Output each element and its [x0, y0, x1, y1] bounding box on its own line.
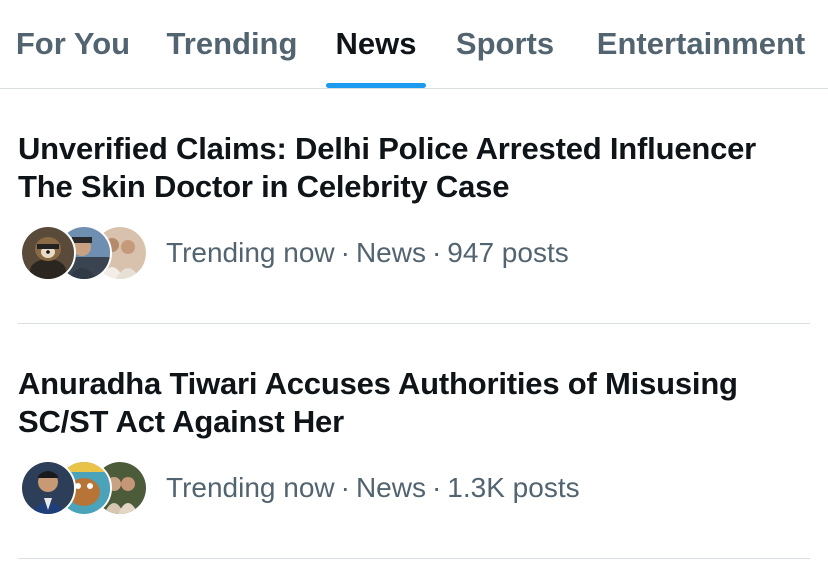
tab-entertainment[interactable]: Entertainment	[588, 0, 814, 88]
tab-trending[interactable]: Trending	[162, 0, 302, 88]
trend-status: Trending now	[166, 472, 335, 503]
avatar-stack	[18, 225, 148, 281]
trend-title: Anuradha Tiwari Accuses Authorities of M…	[18, 366, 738, 439]
active-tab-indicator	[326, 83, 426, 88]
tab-label: Sports	[455, 26, 555, 61]
trend-item[interactable]: Anuradha Tiwari Accuses Authorities of M…	[18, 324, 810, 559]
trend-status: Trending now	[166, 237, 335, 268]
tab-label: Trending	[166, 26, 298, 61]
trend-meta-text: Trending now · News · 947 posts	[166, 237, 569, 269]
tab-label: For You	[15, 26, 131, 61]
tab-label: News	[335, 26, 417, 61]
separator-dot: ·	[340, 237, 350, 268]
avatar-stack	[18, 460, 148, 516]
tab-for-you[interactable]: For You	[14, 0, 132, 88]
separator-dot: ·	[431, 472, 442, 503]
avatar	[20, 460, 76, 516]
tab-bar: For You Trending News Sports Entertainme…	[0, 0, 828, 89]
trend-meta: Trending now · News · 947 posts	[18, 225, 569, 281]
tab-label: Entertainment	[596, 26, 806, 61]
separator-dot: ·	[431, 237, 442, 268]
tab-news[interactable]: News	[326, 0, 426, 88]
trend-meta-text: Trending now · News · 1.3K posts	[166, 472, 580, 504]
trend-meta: Trending now · News · 1.3K posts	[18, 460, 580, 516]
trend-post-count: 947 posts	[447, 237, 569, 268]
trend-category: News	[355, 472, 426, 503]
tab-sports[interactable]: Sports	[450, 0, 560, 88]
avatar	[20, 225, 76, 281]
trend-post-count: 1.3K posts	[447, 472, 580, 503]
trend-category: News	[355, 237, 426, 268]
trend-title: Unverified Claims: Delhi Police Arrested…	[18, 131, 757, 204]
separator-dot: ·	[340, 472, 350, 503]
trend-item[interactable]: Unverified Claims: Delhi Police Arrested…	[18, 89, 810, 324]
